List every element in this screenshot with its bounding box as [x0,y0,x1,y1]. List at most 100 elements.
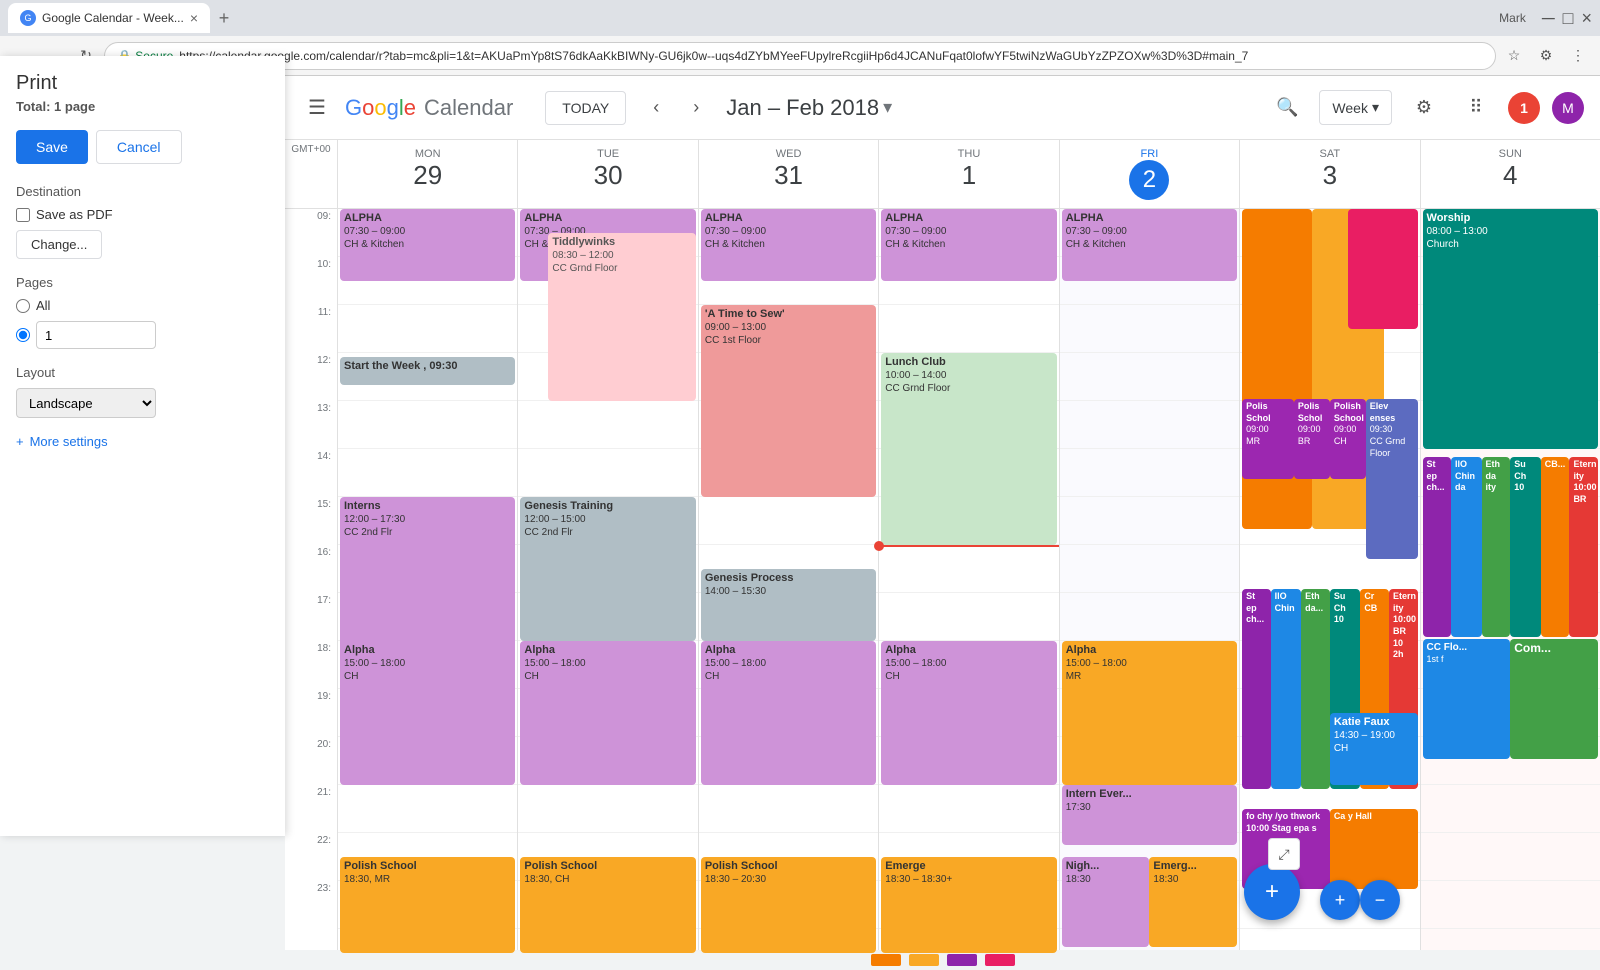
header-right: 🔍 Week ▾ ⚙ ⠿ 1 M [1267,88,1584,128]
change-destination-button[interactable]: Change... [16,230,102,259]
event-sun-step[interactable]: St ep ch... [1423,457,1452,637]
maximize-button[interactable]: □ [1563,8,1574,29]
print-total-value: 1 page [54,99,95,114]
save-as-pdf-checkbox[interactable] [16,208,30,222]
event-thu-alpha2[interactable]: Alpha 15:00 – 18:00 CH [881,641,1056,785]
event-thu-lunch[interactable]: Lunch Club 10:00 – 14:00 CC Grnd Floor [881,353,1056,545]
event-sat-elev[interactable]: Elev enses 09:30 CC Grnd Floor [1366,399,1418,559]
day-wed[interactable]: ALPHA 07:30 – 09:00 CH & Kitchen 'A Time… [698,209,878,970]
event-tue-tiddly[interactable]: Tiddlywinks 08:30 – 12:00 CC Grnd Floor [548,233,695,401]
today-button[interactable]: TODAY [545,91,626,125]
event-mon-polish[interactable]: Polish School 18:30, MR [340,857,515,953]
next-week-button[interactable]: › [678,90,714,126]
event-sun-eth[interactable]: Eth da ity [1482,457,1511,637]
event-sun-com[interactable]: Com... [1510,639,1598,759]
event-sat-3[interactable] [1348,209,1418,329]
event-fri-intern[interactable]: Intern Ever... 17:30 [1062,785,1237,845]
event-sat-step[interactable]: St ep ch... [1242,589,1271,789]
event-sun-worship[interactable]: Worship 08:00 – 13:00 Church [1423,209,1598,449]
print-dialog: Print Total: 1 page Save Cancel Destinat… [0,56,285,836]
notification-area[interactable]: 1 [1508,92,1540,124]
pages-label: Pages [16,275,269,290]
event-sat-katie[interactable]: Katie Faux 14:30 – 19:00 CH [1330,713,1418,785]
event-tue-genesis[interactable]: Genesis Training 12:00 – 15:00 CC 2nd Fl… [520,497,695,641]
event-fri-night[interactable]: Nigh... 18:30 [1062,857,1150,947]
week-view-dropdown[interactable]: Week ▾ [1319,90,1392,125]
calendar-grid: GMT+00 Mon 29 Tue 30 Wed 31 Thu 1 Fri 2 [285,140,1600,970]
day-headers: GMT+00 Mon 29 Tue 30 Wed 31 Thu 1 Fri 2 [285,140,1600,209]
event-sun-cb[interactable]: CB... [1541,457,1570,637]
day-sun[interactable]: Worship 08:00 – 13:00 Church CC Flo... 1… [1420,209,1600,970]
print-layout-section: Layout Landscape [16,365,269,418]
event-sun-ccflo[interactable]: CC Flo... 1st f [1423,639,1511,759]
fab-add-button[interactable]: + [1244,864,1300,920]
event-sat-1[interactable] [1242,209,1312,529]
event-sat-eth[interactable]: Eth da... [1301,589,1330,789]
event-wed-genesis2[interactable]: Genesis Process 14:00 – 15:30 [701,569,876,641]
event-sat-polish1[interactable]: Polis Schol 09:00 MR [1242,399,1294,479]
prev-week-button[interactable]: ‹ [638,90,674,126]
pages-input[interactable] [36,321,156,349]
event-sat-cally[interactable]: Ca y Hall [1330,809,1418,889]
day-fri[interactable]: ALPHA 07:30 – 09:00 CH & Kitchen Alpha 1… [1059,209,1239,970]
custom-pages-radio[interactable] [16,328,30,342]
custom-pages-row [16,321,269,349]
event-sat-polish3[interactable]: Polish School 09:00 CH [1330,399,1366,479]
browser-user: Mark [1491,11,1534,25]
apps-button[interactable]: ⠿ [1456,88,1496,128]
print-save-button[interactable]: Save [16,130,88,164]
event-sat-polish2[interactable]: Polis Schol 09:00 BR [1294,399,1330,479]
layout-select[interactable]: Landscape [16,388,156,418]
menu-button[interactable]: ⋮ [1564,42,1592,70]
zoom-minus-button[interactable]: − [1360,880,1400,920]
day-thu[interactable]: ALPHA 07:30 – 09:00 CH & Kitchen Lunch C… [878,209,1058,970]
close-button[interactable]: × [1581,8,1592,29]
event-wed-alpha2[interactable]: Alpha 15:00 – 18:00 CH [701,641,876,785]
browser-tab-bar: G Google Calendar - Week... × + Mark ─ □… [0,0,1600,36]
day-sat[interactable]: Polis Schol 09:00 MR Polis Schol 09:00 B… [1239,209,1419,970]
user-avatar[interactable]: M [1552,92,1584,124]
save-as-pdf-row: Save as PDF [16,207,113,222]
event-fri-emerge[interactable]: Emerg... 18:30 [1149,857,1237,947]
event-sat-ilo[interactable]: IlO Chin [1271,589,1302,789]
search-button[interactable]: 🔍 [1267,88,1307,128]
event-tue-alpha2[interactable]: Alpha 15:00 – 18:00 CH [520,641,695,785]
event-fri-alpha[interactable]: ALPHA 07:30 – 09:00 CH & Kitchen [1062,209,1237,281]
calendar-scroll-area[interactable]: 09: 10: 11: 12: 13: 14: 15: 16: 17: 18: … [285,209,1600,970]
event-fri-alpha2[interactable]: Alpha 15:00 – 18:00 MR [1062,641,1237,785]
new-tab-button[interactable]: + [210,4,238,32]
extensions-button[interactable]: ⚙ [1532,42,1560,70]
minimize-button[interactable]: ─ [1542,8,1555,29]
all-pages-radio[interactable] [16,299,30,313]
event-tue-polish[interactable]: Polish School 18:30, CH [520,857,695,953]
event-mon-alpha[interactable]: ALPHA 07:30 – 09:00 CH & Kitchen [340,209,515,281]
menu-icon[interactable]: ☰ [301,92,333,124]
zoom-controls: ⤢ [1268,838,1300,870]
event-sun-su2[interactable]: Su Ch 10 [1510,457,1541,637]
event-wed-polish[interactable]: Polish School 18:30 – 20:30 [701,857,876,953]
date-range[interactable]: Jan – Feb 2018 ▾ [726,95,892,121]
day-mon[interactable]: ALPHA 07:30 – 09:00 CH & Kitchen Start t… [337,209,517,970]
fullscreen-button[interactable]: ⤢ [1268,838,1300,870]
event-sun-ilo[interactable]: IlO Chin da [1451,457,1482,637]
event-sun-eter2[interactable]: Etern ity 10:00 BR [1569,457,1598,637]
day-tue[interactable]: ALPHA 07:30 – 09:00 CH & Kitchen Tiddlyw… [517,209,697,970]
more-settings-button[interactable]: + More settings [16,434,269,449]
layout-label: Layout [16,365,269,380]
settings-button[interactable]: ⚙ [1404,88,1444,128]
event-thu-alpha[interactable]: ALPHA 07:30 – 09:00 CH & Kitchen [881,209,1056,281]
timezone-label: GMT+00 [285,140,337,208]
bookmark-button[interactable]: ☆ [1500,42,1528,70]
browser-tab[interactable]: G Google Calendar - Week... × [8,3,210,33]
tab-close-icon[interactable]: × [190,10,198,26]
url-bar[interactable]: 🔒 Secure https://calendar.google.com/cal… [104,42,1496,70]
event-mon-startweek[interactable]: Start the Week , 09:30 [340,357,515,385]
print-destination: Save as PDF Change... [16,207,269,259]
event-wed-alpha[interactable]: ALPHA 07:30 – 09:00 CH & Kitchen [701,209,876,281]
event-mon-interns[interactable]: Interns 12:00 – 17:30 CC 2nd Flr [340,497,515,665]
event-thu-emerge[interactable]: Emerge 18:30 – 18:30+ [881,857,1056,953]
zoom-plus-button[interactable]: + [1320,880,1360,920]
event-wed-sew[interactable]: 'A Time to Sew' 09:00 – 13:00 CC 1st Flo… [701,305,876,497]
event-mon-alpha2[interactable]: Alpha 15:00 – 18:00 CH [340,641,515,785]
print-cancel-button[interactable]: Cancel [96,130,182,164]
